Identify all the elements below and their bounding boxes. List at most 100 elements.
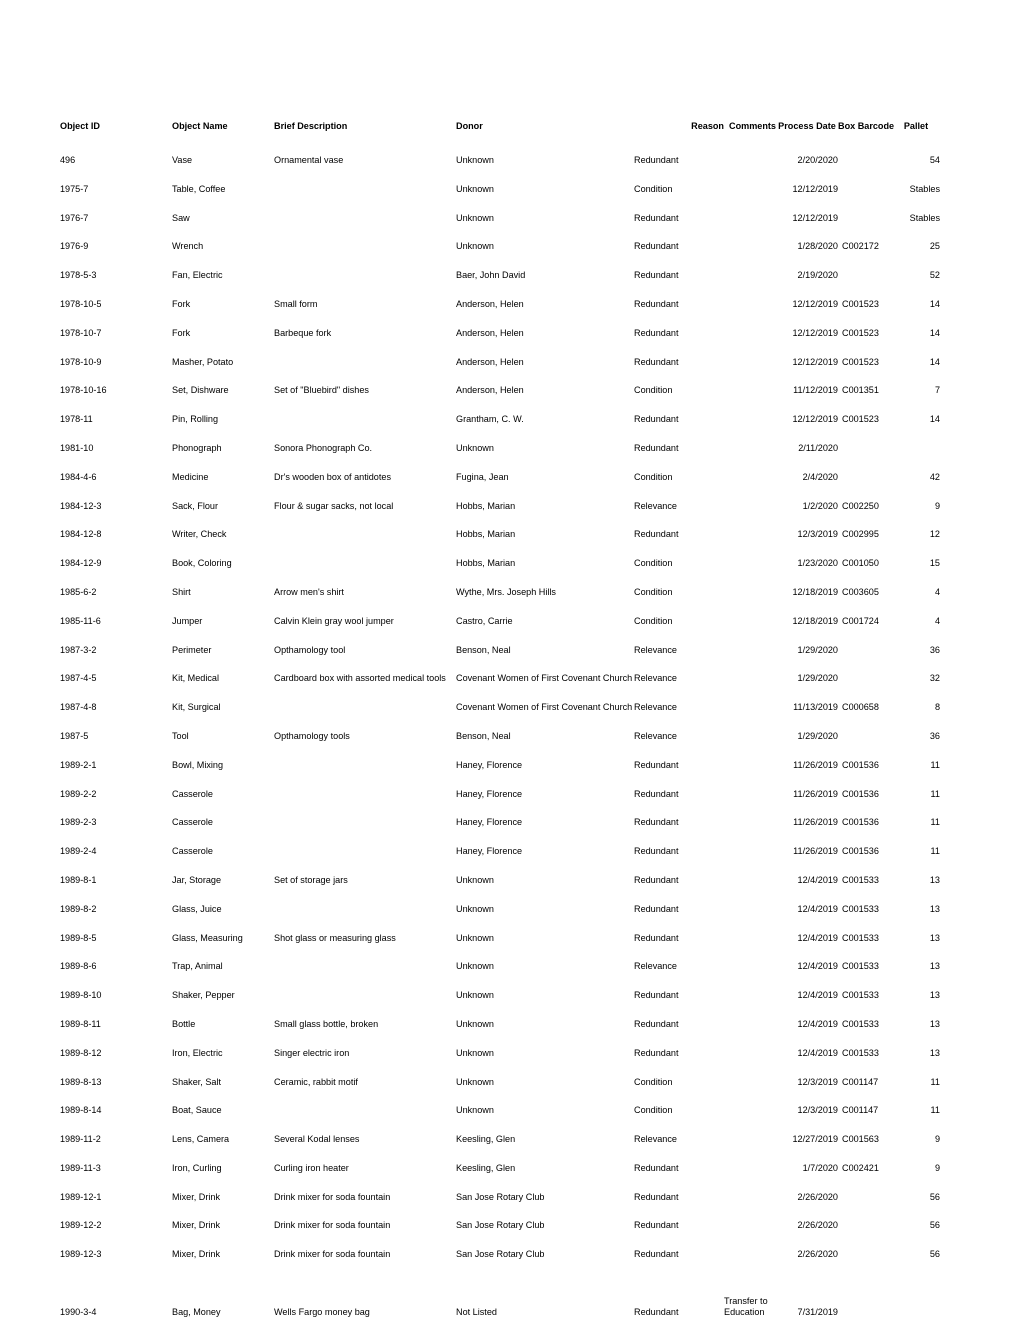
cell-comments — [724, 841, 776, 870]
cell-pallet: 9 — [934, 1162, 940, 1173]
cell-object-id: 1989-2-3 — [60, 817, 97, 828]
cell-donor: Benson, Neal — [456, 644, 511, 655]
table-row: 1987-5 Tool Opthamology tools Benson, Neal R… — [60, 726, 940, 755]
cell-object-id: 1987-4-5 — [60, 673, 97, 684]
cell-process-date: 1/29/2020 — [797, 644, 838, 655]
cell-reason: Relevance — [634, 673, 677, 684]
cell-object-name: Mixer, Drink — [172, 1220, 220, 1231]
cell-description: Barbeque fork — [274, 327, 332, 338]
cell-pallet: 8 — [934, 702, 940, 713]
cell-box-barcode: C002421 — [842, 1162, 879, 1173]
table-row: 1989-8-12 Iron, Electric Singer electric i… — [60, 1043, 940, 1072]
cell-comments — [724, 899, 776, 928]
cell-object-name: Trap, Animal — [172, 961, 223, 972]
cell-object-name: Bottle — [172, 1018, 196, 1029]
spacer-cell — [60, 1273, 940, 1302]
cell-pallet: Stables — [909, 183, 940, 194]
cell-process-date: 11/26/2019 — [793, 817, 838, 828]
cell-description: Sonora Phonograph Co. — [274, 442, 373, 453]
cell-process-date: 12/4/2019 — [797, 990, 838, 1001]
cell-object-name: Fork — [172, 298, 191, 309]
cell-comments — [724, 870, 776, 899]
cell-box-barcode: C001050 — [842, 558, 879, 569]
cell-donor: Wythe, Mrs. Joseph Hills — [456, 586, 556, 597]
cell-process-date: 11/13/2019 — [793, 702, 838, 713]
cell-pallet: 56 — [929, 1249, 940, 1260]
table-row: 496 Vase Ornamental vase Unknown Redundant 2/… — [60, 150, 940, 179]
cell-process-date: 12/27/2019 — [792, 1134, 838, 1145]
cell-comments — [724, 524, 776, 553]
cell-donor: Unknown — [456, 1105, 494, 1116]
cell-process-date: 12/18/2019 — [792, 586, 838, 597]
cell-reason: Redundant — [634, 327, 679, 338]
cell-object-id: 1987-4-8 — [60, 702, 97, 713]
cell-comments — [724, 985, 776, 1014]
header-row: Object ID Object Name Brief Description … — [60, 112, 940, 150]
cell-process-date: 2/26/2020 — [797, 1220, 838, 1231]
table-row: 1989-2-1 Bowl, Mixing Haney, Florence Redun… — [60, 755, 940, 784]
cell-description — [274, 179, 456, 208]
cell-object-id: 1987-5 — [60, 730, 89, 741]
cell-pallet: 13 — [929, 1018, 940, 1029]
cell-description — [274, 841, 456, 870]
cell-object-name: Masher, Potato — [172, 356, 234, 367]
cell-process-date: 12/12/2019 — [792, 183, 838, 194]
cell-description — [274, 899, 456, 928]
cell-reason: Condition — [634, 471, 673, 482]
cell-pallet: 14 — [929, 414, 940, 425]
cell-box-barcode — [838, 640, 892, 669]
cell-reason: Redundant — [634, 874, 679, 885]
table-row: 1989-12-2 Mixer, Drink Drink mixer for sod… — [60, 1215, 940, 1244]
cell-process-date: 12/4/2019 — [797, 1018, 838, 1029]
cell-reason: Redundant — [634, 1220, 679, 1231]
cell-box-barcode: C001724 — [842, 615, 879, 626]
cell-pallet: 54 — [929, 155, 940, 165]
cell-box-barcode: C001533 — [842, 874, 879, 885]
cell-description: Curling iron heater — [274, 1162, 349, 1173]
comments-line-1: Transfer to — [724, 1295, 768, 1306]
cell-box-barcode: C001523 — [842, 298, 879, 309]
cell-object-id: 1989-2-4 — [60, 846, 97, 857]
cell-object-id: 1989-8-12 — [60, 1047, 102, 1058]
cell-comments — [724, 1014, 776, 1043]
cell-process-date: 7/31/2019 — [797, 1306, 838, 1317]
cell-description — [274, 784, 456, 813]
cell-reason: Redundant — [634, 817, 679, 828]
cell-box-barcode — [838, 668, 892, 697]
cell-donor: Anderson, Helen — [456, 327, 524, 338]
column-header-object-id: Object ID — [60, 121, 100, 131]
cell-pallet: 36 — [929, 644, 940, 655]
column-header-box-barcode: Box Barcode — [838, 121, 895, 131]
cell-box-barcode — [838, 726, 892, 755]
cell-box-barcode — [838, 1215, 892, 1244]
cell-object-id: 1981-10 — [60, 442, 94, 453]
cell-object-id: 1978-10-16 — [60, 385, 107, 396]
cell-description: Drink mixer for soda fountain — [274, 1220, 391, 1231]
cell-process-date: 2/11/2020 — [798, 442, 838, 453]
cell-comments — [724, 1215, 776, 1244]
cell-process-date: 12/3/2019 — [797, 1076, 838, 1087]
cell-pallet: 4 — [934, 615, 940, 626]
cell-object-name: Mixer, Drink — [172, 1249, 220, 1260]
cell-pallet: 14 — [929, 356, 940, 367]
column-header-reason: Reason — [691, 121, 724, 131]
cell-process-date: 1/2/2020 — [802, 500, 838, 511]
cell-object-id: 1976-7 — [60, 212, 89, 223]
cell-box-barcode: C001147 — [842, 1076, 879, 1087]
cell-process-date: 12/4/2019 — [797, 932, 838, 943]
cell-comments — [724, 755, 776, 784]
cell-process-date: 12/4/2019 — [797, 903, 838, 914]
cell-reason: Redundant — [634, 241, 679, 252]
cell-box-barcode — [838, 208, 892, 237]
table-row: 1989-2-3 Casserole Haney, Florence Redundan… — [60, 812, 940, 841]
cell-reason: Relevance — [634, 500, 677, 511]
cell-box-barcode: C001536 — [842, 788, 879, 799]
table-row: 1989-11-3 Iron, Curling Curling iron heate… — [60, 1158, 940, 1187]
table-row: 1987-4-8 Kit, Surgical Covenant Women of F… — [60, 697, 940, 726]
cell-donor: San Jose Rotary Club — [456, 1249, 545, 1260]
cell-process-date: 1/23/2020 — [797, 558, 838, 569]
cell-object-id: 1989-8-14 — [60, 1105, 102, 1116]
cell-donor: Grantham, C. W. — [456, 414, 524, 425]
column-header-comments: Comments — [729, 121, 776, 131]
cell-pallet: 11 — [930, 846, 940, 857]
